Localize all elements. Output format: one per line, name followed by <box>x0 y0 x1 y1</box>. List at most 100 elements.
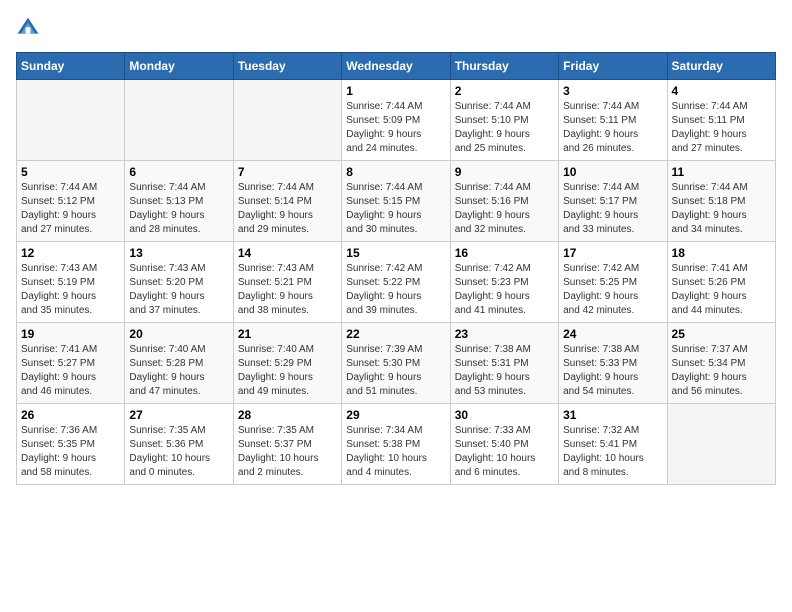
calendar-table: SundayMondayTuesdayWednesdayThursdayFrid… <box>16 52 776 485</box>
day-info: Sunrise: 7:42 AM Sunset: 5:25 PM Dayligh… <box>563 262 662 318</box>
day-info: Sunrise: 7:44 AM Sunset: 5:18 PM Dayligh… <box>672 181 771 237</box>
day-number: 19 <box>21 327 120 341</box>
day-info: Sunrise: 7:43 AM Sunset: 5:19 PM Dayligh… <box>21 262 120 318</box>
day-info: Sunrise: 7:44 AM Sunset: 5:10 PM Dayligh… <box>455 100 554 156</box>
day-number: 16 <box>455 246 554 260</box>
calendar-cell <box>17 80 125 161</box>
calendar-cell: 10Sunrise: 7:44 AM Sunset: 5:17 PM Dayli… <box>559 161 667 242</box>
calendar-cell: 12 Sunrise: 7:43 AM Sunset: 5:19 PM Dayli… <box>17 242 125 323</box>
day-number: 27 <box>129 408 228 422</box>
day-info: Sunrise: 7:41 AM Sunset: 5:26 PM Dayligh… <box>672 262 771 318</box>
calendar-cell: 3 Sunrise: 7:44 AM Sunset: 5:11 PM Daylig… <box>559 80 667 161</box>
calendar-week-row: 26 Sunrise: 7:36 AM Sunset: 5:35 PM Dayli… <box>17 404 776 485</box>
day-info: Sunrise: 7:44 AM Sunset: 5:12 PM Dayligh… <box>21 181 120 237</box>
column-header-saturday: Saturday <box>667 53 775 80</box>
calendar-cell: 15 Sunrise: 7:42 AM Sunset: 5:22 PM Dayli… <box>342 242 450 323</box>
calendar-header-row: SundayMondayTuesdayWednesdayThursdayFrid… <box>17 53 776 80</box>
calendar-cell: 26 Sunrise: 7:36 AM Sunset: 5:35 PM Dayli… <box>17 404 125 485</box>
day-info: Sunrise: 7:44 AM Sunset: 5:09 PM Dayligh… <box>346 100 445 156</box>
calendar-cell: 30Sunrise: 7:33 AM Sunset: 5:40 PM Dayli… <box>450 404 558 485</box>
day-number: 17 <box>563 246 662 260</box>
day-info: Sunrise: 7:38 AM Sunset: 5:33 PM Dayligh… <box>563 343 662 399</box>
day-info: Sunrise: 7:41 AM Sunset: 5:27 PM Dayligh… <box>21 343 120 399</box>
day-info: Sunrise: 7:42 AM Sunset: 5:23 PM Dayligh… <box>455 262 554 318</box>
day-info: Sunrise: 7:43 AM Sunset: 5:20 PM Dayligh… <box>129 262 228 318</box>
day-info: Sunrise: 7:44 AM Sunset: 5:13 PM Dayligh… <box>129 181 228 237</box>
day-info: Sunrise: 7:44 AM Sunset: 5:16 PM Dayligh… <box>455 181 554 237</box>
calendar-cell: 5 Sunrise: 7:44 AM Sunset: 5:12 PM Daylig… <box>17 161 125 242</box>
day-info: Sunrise: 7:42 AM Sunset: 5:22 PM Dayligh… <box>346 262 445 318</box>
day-number: 9 <box>455 165 554 179</box>
calendar-week-row: 12 Sunrise: 7:43 AM Sunset: 5:19 PM Dayli… <box>17 242 776 323</box>
day-number: 14 <box>238 246 337 260</box>
day-info: Sunrise: 7:36 AM Sunset: 5:35 PM Dayligh… <box>21 424 120 480</box>
page-header <box>16 16 776 40</box>
calendar-cell: 24Sunrise: 7:38 AM Sunset: 5:33 PM Dayli… <box>559 323 667 404</box>
column-header-wednesday: Wednesday <box>342 53 450 80</box>
day-info: Sunrise: 7:39 AM Sunset: 5:30 PM Dayligh… <box>346 343 445 399</box>
day-info: Sunrise: 7:40 AM Sunset: 5:29 PM Dayligh… <box>238 343 337 399</box>
calendar-cell: 13 Sunrise: 7:43 AM Sunset: 5:20 PM Dayli… <box>125 242 233 323</box>
day-number: 1 <box>346 84 445 98</box>
day-info: Sunrise: 7:38 AM Sunset: 5:31 PM Dayligh… <box>455 343 554 399</box>
day-info: Sunrise: 7:32 AM Sunset: 5:41 PM Dayligh… <box>563 424 662 480</box>
day-number: 4 <box>672 84 771 98</box>
column-header-monday: Monday <box>125 53 233 80</box>
calendar-cell <box>233 80 341 161</box>
day-number: 3 <box>563 84 662 98</box>
day-info: Sunrise: 7:40 AM Sunset: 5:28 PM Dayligh… <box>129 343 228 399</box>
calendar-week-row: 19 Sunrise: 7:41 AM Sunset: 5:27 PM Dayli… <box>17 323 776 404</box>
calendar-cell: 17 Sunrise: 7:42 AM Sunset: 5:25 PM Dayli… <box>559 242 667 323</box>
calendar-cell: 16 Sunrise: 7:42 AM Sunset: 5:23 PM Dayli… <box>450 242 558 323</box>
column-header-thursday: Thursday <box>450 53 558 80</box>
day-number: 13 <box>129 246 228 260</box>
calendar-cell: 6 Sunrise: 7:44 AM Sunset: 5:13 PM Daylig… <box>125 161 233 242</box>
day-number: 11 <box>672 165 771 179</box>
day-number: 6 <box>129 165 228 179</box>
column-header-tuesday: Tuesday <box>233 53 341 80</box>
day-number: 21 <box>238 327 337 341</box>
day-info: Sunrise: 7:34 AM Sunset: 5:38 PM Dayligh… <box>346 424 445 480</box>
calendar-cell: 28Sunrise: 7:35 AM Sunset: 5:37 PM Dayli… <box>233 404 341 485</box>
calendar-cell: 25Sunrise: 7:37 AM Sunset: 5:34 PM Dayli… <box>667 323 775 404</box>
calendar-cell: 23Sunrise: 7:38 AM Sunset: 5:31 PM Dayli… <box>450 323 558 404</box>
day-info: Sunrise: 7:44 AM Sunset: 5:17 PM Dayligh… <box>563 181 662 237</box>
column-header-friday: Friday <box>559 53 667 80</box>
day-number: 15 <box>346 246 445 260</box>
calendar-cell: 29 Sunrise: 7:34 AM Sunset: 5:38 PM Dayli… <box>342 404 450 485</box>
day-number: 28 <box>238 408 337 422</box>
calendar-cell: 20 Sunrise: 7:40 AM Sunset: 5:28 PM Dayli… <box>125 323 233 404</box>
calendar-cell: 4 Sunrise: 7:44 AM Sunset: 5:11 PM Daylig… <box>667 80 775 161</box>
day-number: 7 <box>238 165 337 179</box>
calendar-cell: 11 Sunrise: 7:44 AM Sunset: 5:18 PM Dayli… <box>667 161 775 242</box>
calendar-cell <box>125 80 233 161</box>
column-header-sunday: Sunday <box>17 53 125 80</box>
day-number: 8 <box>346 165 445 179</box>
day-info: Sunrise: 7:44 AM Sunset: 5:11 PM Dayligh… <box>672 100 771 156</box>
day-number: 31 <box>563 408 662 422</box>
day-info: Sunrise: 7:44 AM Sunset: 5:11 PM Dayligh… <box>563 100 662 156</box>
day-info: Sunrise: 7:44 AM Sunset: 5:15 PM Dayligh… <box>346 181 445 237</box>
calendar-cell: 21 Sunrise: 7:40 AM Sunset: 5:29 PM Dayli… <box>233 323 341 404</box>
day-number: 26 <box>21 408 120 422</box>
calendar-cell: 27 Sunrise: 7:35 AM Sunset: 5:36 PM Dayli… <box>125 404 233 485</box>
day-number: 20 <box>129 327 228 341</box>
calendar-week-row: 1 Sunrise: 7:44 AM Sunset: 5:09 PM Daylig… <box>17 80 776 161</box>
day-info: Sunrise: 7:37 AM Sunset: 5:34 PM Dayligh… <box>672 343 771 399</box>
calendar-cell: 7Sunrise: 7:44 AM Sunset: 5:14 PM Daylig… <box>233 161 341 242</box>
day-info: Sunrise: 7:35 AM Sunset: 5:36 PM Dayligh… <box>129 424 228 480</box>
calendar-week-row: 5 Sunrise: 7:44 AM Sunset: 5:12 PM Daylig… <box>17 161 776 242</box>
logo-icon <box>16 16 40 40</box>
day-number: 29 <box>346 408 445 422</box>
day-number: 18 <box>672 246 771 260</box>
calendar-cell: 9 Sunrise: 7:44 AM Sunset: 5:16 PM Daylig… <box>450 161 558 242</box>
calendar-cell: 18 Sunrise: 7:41 AM Sunset: 5:26 PM Dayli… <box>667 242 775 323</box>
calendar-cell <box>667 404 775 485</box>
calendar-cell: 14Sunrise: 7:43 AM Sunset: 5:21 PM Dayli… <box>233 242 341 323</box>
day-number: 12 <box>21 246 120 260</box>
logo <box>16 16 44 40</box>
day-number: 5 <box>21 165 120 179</box>
calendar-cell: 2 Sunrise: 7:44 AM Sunset: 5:10 PM Daylig… <box>450 80 558 161</box>
day-number: 2 <box>455 84 554 98</box>
day-number: 22 <box>346 327 445 341</box>
